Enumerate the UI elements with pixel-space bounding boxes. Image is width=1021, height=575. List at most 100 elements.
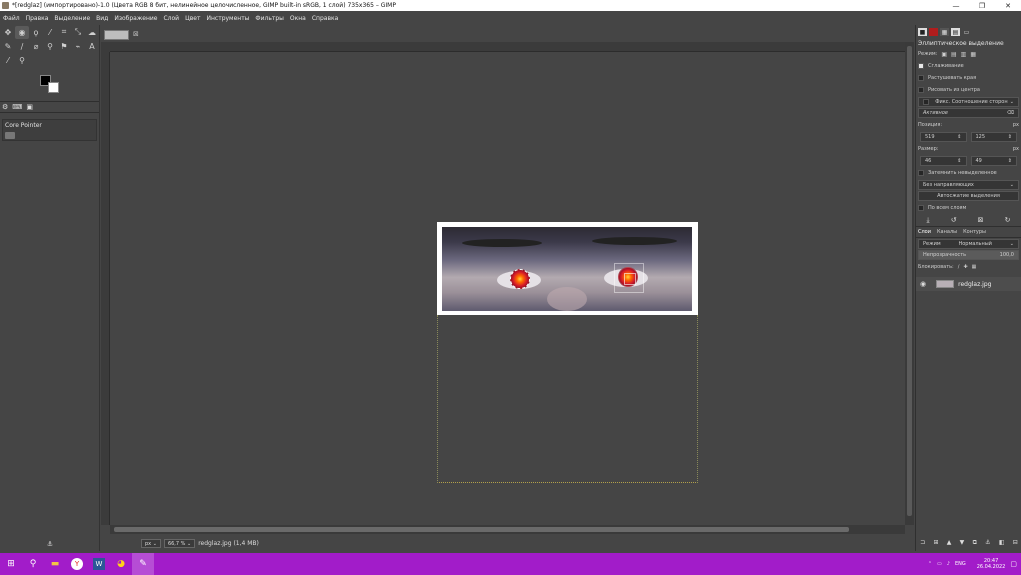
brushes-tab-icon[interactable]: [929, 28, 938, 36]
delete-layer-icon[interactable]: ⊟: [1013, 539, 1018, 549]
horizontal-scrollbar[interactable]: [110, 525, 905, 534]
zoom-select[interactable]: 66,7 % ⌄: [163, 539, 196, 548]
vertical-scroll-thumb[interactable]: [907, 46, 912, 516]
fixed-aspect-select[interactable]: Фикс. Соотношение сторон ⌄: [918, 97, 1019, 107]
network-icon[interactable]: ▭: [937, 561, 942, 567]
tab-layers[interactable]: Слои: [918, 229, 931, 235]
menu-image[interactable]: Изображение: [114, 15, 157, 22]
from-center-row[interactable]: Рисовать из центра: [916, 84, 1021, 96]
warp-transform-tool-icon[interactable]: ☁: [85, 26, 99, 39]
menu-edit[interactable]: Правка: [26, 15, 49, 22]
spinner-icon[interactable]: ⇕: [1008, 134, 1012, 140]
spinner-icon[interactable]: ⇕: [957, 134, 961, 140]
chrome-icon[interactable]: ◕: [110, 553, 132, 575]
patterns-tab-icon[interactable]: ▦: [940, 28, 949, 36]
ellipse-selection-handles[interactable]: [614, 263, 644, 293]
reset-options-icon[interactable]: ↻: [1005, 216, 1011, 224]
eraser-tool-icon[interactable]: ⌀: [29, 40, 43, 53]
vertical-ruler[interactable]: [101, 52, 110, 525]
mode-subtract-icon[interactable]: ▥: [961, 51, 967, 58]
fuzzy-select-tool-icon[interactable]: ⁄: [43, 26, 57, 39]
menu-select[interactable]: Выделение: [54, 15, 90, 22]
highlight-checkbox[interactable]: [918, 170, 924, 176]
highlight-row[interactable]: Затемнить невыделенное: [916, 167, 1021, 179]
mode-add-icon[interactable]: ▤: [951, 51, 957, 58]
active-aspect-input[interactable]: Активное ⌫: [918, 108, 1019, 118]
feather-checkbox[interactable]: [918, 75, 924, 81]
eye-icon[interactable]: ◉: [920, 280, 926, 288]
move-tool-icon[interactable]: ✥: [1, 26, 15, 39]
menu-filters[interactable]: Фильтры: [255, 15, 283, 22]
close-button[interactable]: ✕: [995, 0, 1021, 11]
paintbrush-tool-icon[interactable]: ✎: [1, 40, 15, 53]
volume-icon[interactable]: ♪: [947, 561, 950, 567]
path-tool-icon[interactable]: ⌁: [71, 40, 85, 53]
antialias-row[interactable]: Сглаживание: [916, 60, 1021, 72]
language-indicator[interactable]: ENG: [955, 561, 966, 567]
spinner-icon[interactable]: ⇕: [1008, 158, 1012, 164]
tab-channels[interactable]: Каналы: [937, 229, 957, 235]
mode-intersect-icon[interactable]: ▦: [970, 51, 976, 58]
fonts-tab-icon[interactable]: ▤: [951, 28, 960, 36]
duplicate-layer-icon[interactable]: ⧉: [973, 539, 977, 549]
clock[interactable]: 20:47 26.04.2022: [972, 558, 1006, 570]
menu-file[interactable]: Файл: [3, 15, 20, 22]
smudge-tool-icon[interactable]: ∕: [15, 40, 29, 53]
opacity-slider[interactable]: Непрозрачность 100,0: [918, 250, 1019, 260]
delete-options-icon[interactable]: ⊠: [978, 216, 984, 224]
all-layers-row[interactable]: По всем слоям: [916, 202, 1021, 214]
document-history-tab-icon[interactable]: ▭: [962, 28, 971, 36]
tool-options-icon[interactable]: ⚙: [2, 103, 8, 111]
mask-layer-icon[interactable]: ◧: [999, 539, 1005, 549]
menu-layer[interactable]: Слой: [163, 15, 179, 22]
vertical-scrollbar[interactable]: [905, 42, 914, 525]
lock-pixels-icon[interactable]: ∕: [958, 264, 960, 270]
device-status-icon[interactable]: ⌨: [12, 103, 22, 111]
anchor-icon[interactable]: ⚓: [47, 540, 53, 548]
maximize-button[interactable]: ❐: [969, 0, 995, 11]
raise-layer-icon[interactable]: ▲: [947, 539, 952, 549]
menu-tools[interactable]: Инструменты: [206, 15, 249, 22]
spinner-icon[interactable]: ⇕: [957, 158, 961, 164]
anchor-layer-icon[interactable]: ⚓: [985, 539, 990, 549]
ruler-corner[interactable]: [101, 42, 110, 52]
autoshrink-button[interactable]: Автосжатие выделения: [918, 191, 1019, 201]
tool-options-tab-icon[interactable]: ■: [918, 28, 927, 36]
free-select-tool-icon[interactable]: ϙ: [29, 26, 43, 39]
crop-tool-icon[interactable]: ⌗: [57, 26, 71, 39]
position-unit[interactable]: px: [1013, 122, 1019, 128]
position-y-input[interactable]: 125 ⇕: [970, 132, 1017, 142]
unit-select[interactable]: px ⌄: [141, 539, 161, 548]
new-layer-icon[interactable]: ⊞: [933, 539, 938, 549]
guides-select[interactable]: Без направляющих ⌄: [918, 180, 1019, 190]
color-picker-tool-icon[interactable]: ⁄: [1, 54, 15, 67]
gimp-taskbar-icon[interactable]: ✎: [132, 553, 154, 575]
from-center-checkbox[interactable]: [918, 87, 924, 93]
mode-replace-icon[interactable]: ▣: [941, 51, 947, 58]
image-tab-close-icon[interactable]: ⊠: [133, 30, 139, 38]
dodge-tool-icon[interactable]: ⚑: [57, 40, 71, 53]
ellipse-select-tool-icon[interactable]: ◉: [15, 25, 29, 39]
new-layer-group-icon[interactable]: ⊐: [920, 539, 925, 549]
minimize-button[interactable]: —: [943, 0, 969, 11]
search-icon[interactable]: ⚲: [22, 553, 44, 575]
tab-paths[interactable]: Контуры: [963, 229, 986, 235]
undo-history-icon[interactable]: ▣: [26, 103, 33, 111]
menu-help[interactable]: Справка: [312, 15, 338, 22]
feather-row[interactable]: Растушевать края: [916, 72, 1021, 84]
horizontal-scroll-thumb[interactable]: [114, 527, 849, 532]
size-h-input[interactable]: 49 ⇕: [970, 156, 1017, 166]
clear-icon[interactable]: ⌫: [1007, 110, 1014, 116]
antialias-checkbox[interactable]: [918, 63, 924, 69]
menu-colors[interactable]: Цвет: [185, 15, 200, 22]
fixed-checkbox[interactable]: [923, 99, 929, 105]
menu-windows[interactable]: Окна: [290, 15, 306, 22]
menu-view[interactable]: Вид: [96, 15, 108, 22]
size-w-input[interactable]: 46 ⇕: [920, 156, 967, 166]
yandex-browser-icon[interactable]: Y: [66, 553, 88, 575]
text-tool-icon[interactable]: A: [85, 40, 99, 53]
lock-position-icon[interactable]: ✚: [963, 264, 967, 270]
layer-mode-select[interactable]: Режим Нормальный ⌄: [918, 239, 1019, 249]
zoom-tool-icon[interactable]: ⚲: [15, 54, 29, 67]
windows-start-icon[interactable]: ⊞: [0, 553, 22, 575]
